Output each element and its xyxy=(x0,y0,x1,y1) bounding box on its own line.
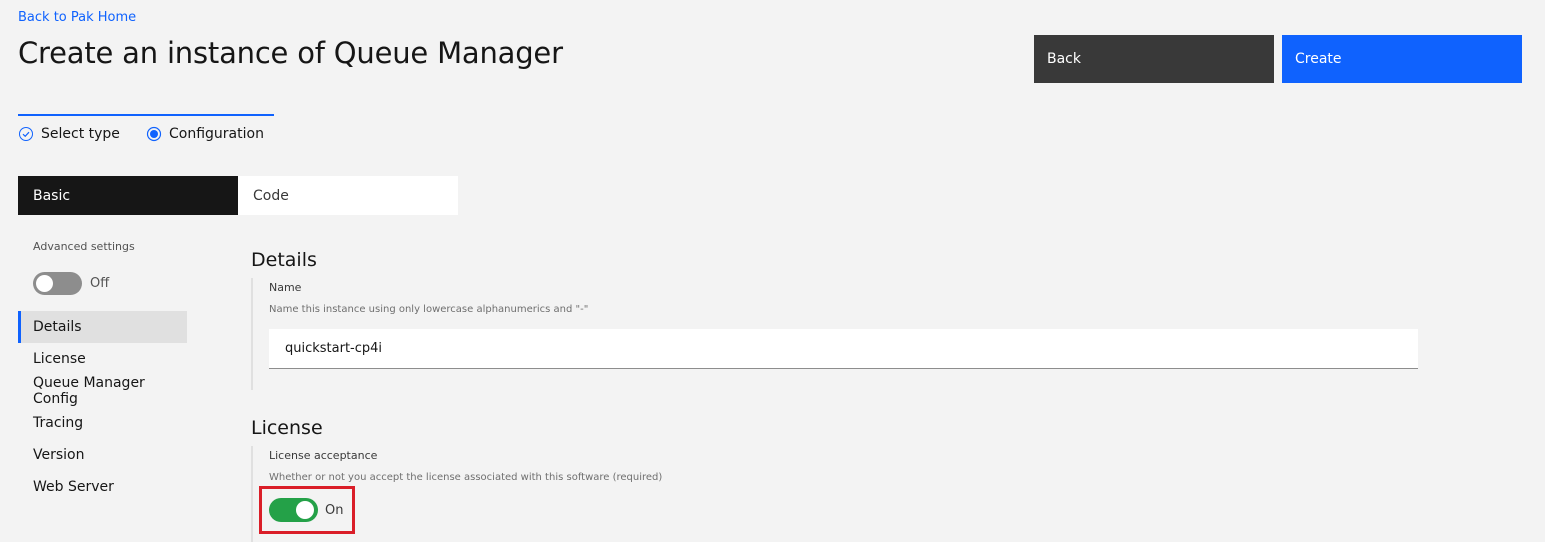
progress-step-label: Select type xyxy=(41,126,120,142)
details-section-title: Details xyxy=(251,249,317,271)
toggle-knob xyxy=(36,275,53,292)
license-acceptance-toggle[interactable] xyxy=(269,498,318,522)
sidebar-item-version[interactable]: Version xyxy=(18,439,187,471)
sidebar-item-details[interactable]: Details xyxy=(18,311,187,343)
sidebar-item-tracing[interactable]: Tracing xyxy=(18,407,187,439)
name-field-helper: Name this instance using only lowercase … xyxy=(269,304,589,315)
progress-step-label: Configuration xyxy=(169,126,264,142)
checkmark-outline-icon xyxy=(18,126,34,142)
sidebar-item-license[interactable]: License xyxy=(18,343,187,375)
license-acceptance-label: License acceptance xyxy=(269,449,378,462)
back-to-home-link[interactable]: Back to Pak Home xyxy=(18,10,136,25)
radio-button-checked-icon xyxy=(146,126,162,142)
tab-basic[interactable]: Basic xyxy=(18,176,238,215)
create-button[interactable]: Create xyxy=(1282,35,1522,83)
progress-step-configuration[interactable]: Configuration xyxy=(146,124,264,144)
name-field-label: Name xyxy=(269,281,302,294)
license-section-title: License xyxy=(251,417,323,439)
back-button[interactable]: Back xyxy=(1034,35,1274,83)
license-section-rule xyxy=(251,446,253,542)
progress-indicator-line xyxy=(18,114,274,116)
tab-code[interactable]: Code xyxy=(238,176,458,215)
sidebar-item-queue-manager-config[interactable]: Queue Manager Config xyxy=(18,375,187,407)
license-acceptance-helper: Whether or not you accept the license as… xyxy=(269,472,663,483)
toggle-knob xyxy=(296,501,314,519)
advanced-settings-label: Advanced settings xyxy=(33,240,135,253)
advanced-settings-toggle-state: Off xyxy=(90,276,110,291)
license-acceptance-toggle-state: On xyxy=(325,503,344,518)
name-input[interactable] xyxy=(269,329,1418,369)
advanced-settings-toggle[interactable] xyxy=(33,272,82,295)
details-section-rule xyxy=(251,278,253,390)
progress-step-select-type[interactable]: Select type xyxy=(18,124,120,144)
page-title: Create an instance of Queue Manager xyxy=(18,36,563,70)
sidebar-item-web-server[interactable]: Web Server xyxy=(18,471,187,503)
